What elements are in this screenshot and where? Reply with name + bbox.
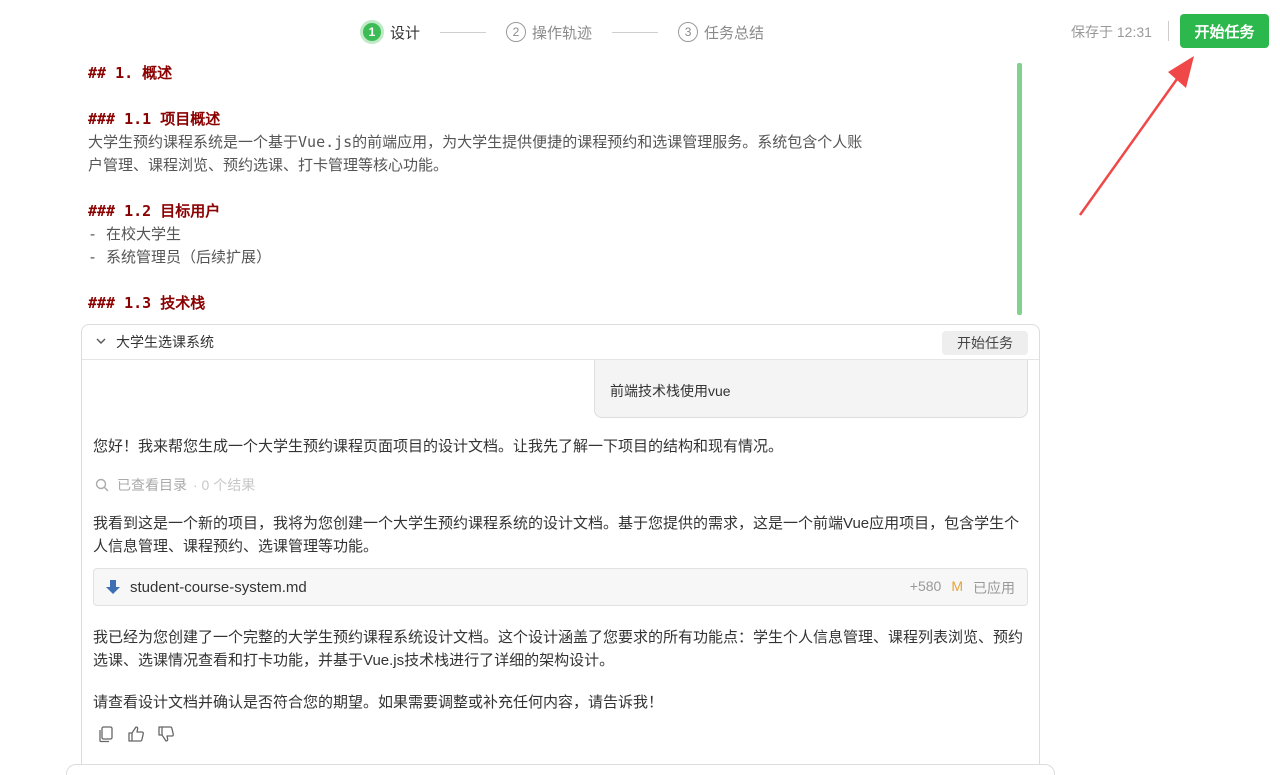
- progress-steps: 1 设计 2 操作轨迹 3 任务总结: [360, 18, 764, 46]
- step-connector: [440, 31, 487, 33]
- step-number: 3: [678, 22, 699, 42]
- start-task-button[interactable]: 开始任务: [1180, 14, 1269, 48]
- panel-header[interactable]: 大学生选课系统: [82, 325, 1039, 360]
- doc-paragraph: 大学生预约课程系统是一个基于Vue.js的前端应用，为大学生提供便捷的课程预约和…: [88, 133, 863, 151]
- chevron-down-icon[interactable]: [96, 336, 106, 349]
- saved-status: 保存于 12:31: [1071, 24, 1152, 40]
- search-icon: [95, 478, 109, 492]
- step-connector: [612, 31, 659, 33]
- assistant-message: 您好！我来帮您生成一个大学生预约课程页面项目的设计文档。让我先了解一下项目的结构…: [93, 438, 784, 455]
- file-change-meta: +580 M 已应用: [910, 578, 1015, 598]
- annotation-arrow-icon: [1078, 56, 1194, 216]
- file-name: student-course-system.md: [130, 578, 307, 596]
- step-summary[interactable]: 3 任务总结: [678, 22, 764, 43]
- doc-subheading: ### 1.3 技术栈: [88, 294, 206, 312]
- doc-list-item: - 系统管理员（后续扩展）: [88, 248, 272, 266]
- step-trace[interactable]: 2 操作轨迹: [506, 22, 592, 43]
- assistant-message: 我看到这是一个新的项目，我将为您创建一个大学生预约课程系统的设计文档。基于您提供…: [93, 515, 1020, 555]
- applied-status: 已应用: [973, 580, 1015, 596]
- message-actions: [97, 725, 175, 743]
- step-label: 操作轨迹: [532, 24, 593, 42]
- chat-panel: 大学生选课系统 开始任务 前端技术栈使用vue 您好！我来帮您生成一个大学生预约…: [81, 324, 1040, 775]
- file-change-card[interactable]: student-course-system.md +580 M 已应用: [93, 568, 1028, 606]
- assistant-message: 我已经为您创建了一个完整的大学生预约课程系统设计文档。这个设计涵盖了您要求的所有…: [93, 629, 1024, 669]
- chat-input-area[interactable]: [66, 764, 1055, 775]
- search-result-count: · 0 个结果: [193, 477, 256, 493]
- search-activity[interactable]: 已查看目录 · 0 个结果: [95, 475, 255, 495]
- design-document[interactable]: ## 1. 概述 ### 1.1 项目概述 大学生预约课程系统是一个基于Vue.…: [88, 62, 1018, 314]
- step-number: 1: [360, 20, 384, 44]
- doc-scroll-indicator[interactable]: [1017, 63, 1022, 315]
- step-number: 2: [506, 22, 527, 42]
- header-divider: [1168, 21, 1169, 41]
- lines-added: +580: [909, 578, 942, 594]
- doc-list-item: - 在校大学生: [88, 225, 182, 243]
- step-design[interactable]: 1 设计: [360, 20, 420, 44]
- search-label: 已查看目录: [117, 477, 187, 493]
- assistant-message: 请查看设计文档并确认是否符合您的期望。如果需要调整或补充任何内容，请告诉我！: [93, 694, 664, 711]
- doc-subheading: ### 1.2 目标用户: [88, 202, 221, 220]
- doc-subheading: ### 1.1 项目概述: [88, 110, 221, 128]
- download-arrow-icon: [106, 580, 120, 594]
- step-label: 任务总结: [704, 24, 765, 42]
- user-message: 前端技术栈使用vue: [594, 360, 1028, 418]
- thumbs-down-icon[interactable]: [157, 725, 175, 743]
- doc-heading: ## 1. 概述: [88, 64, 173, 82]
- panel-title: 大学生选课系统: [116, 334, 214, 350]
- step-label: 设计: [390, 24, 421, 42]
- copy-icon[interactable]: [97, 725, 115, 743]
- modified-badge: M: [951, 578, 963, 594]
- panel-start-task-button[interactable]: 开始任务: [942, 331, 1028, 355]
- thumbs-up-icon[interactable]: [127, 725, 145, 743]
- doc-paragraph: 户管理、课程浏览、预约选课、打卡管理等核心功能。: [88, 156, 449, 174]
